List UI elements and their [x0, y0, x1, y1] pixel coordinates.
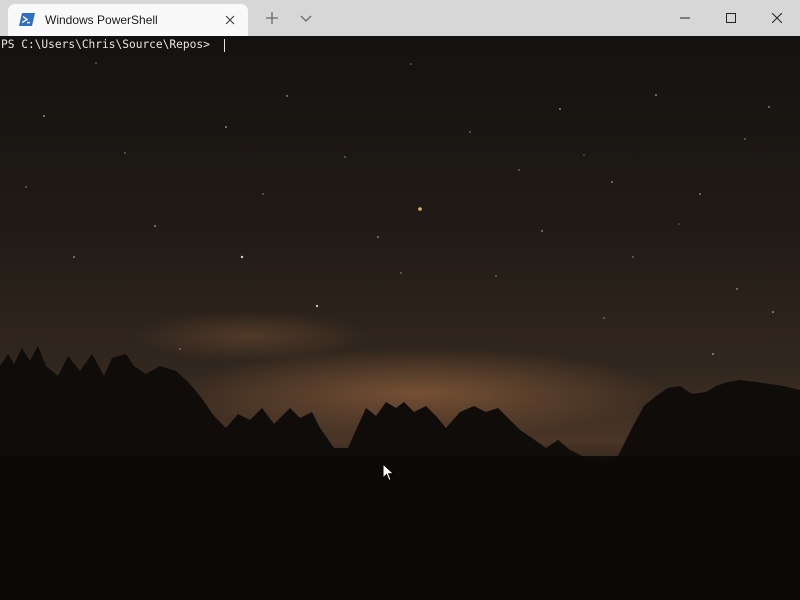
- title-bar[interactable]: Windows PowerShell: [0, 0, 800, 36]
- close-icon: [772, 13, 782, 23]
- minimize-button[interactable]: [662, 0, 708, 36]
- tab-windows-powershell[interactable]: Windows PowerShell: [8, 4, 248, 36]
- tab-title: Windows PowerShell: [45, 13, 158, 27]
- text-cursor: [224, 39, 225, 52]
- maximize-icon: [726, 13, 736, 23]
- mouse-pointer-icon: [382, 463, 395, 482]
- chevron-down-icon[interactable]: [298, 10, 314, 26]
- prompt-line: PS C:\Users\Chris\Source\Repos>: [1, 38, 217, 51]
- close-window-button[interactable]: [754, 0, 800, 36]
- plus-icon[interactable]: [264, 10, 280, 26]
- terminal-pane[interactable]: PS C:\Users\Chris\Source\Repos>: [0, 36, 800, 600]
- background-image: [0, 36, 800, 600]
- terminal-window: Windows PowerShell PS C:\Users\Chris\Sou…: [0, 0, 800, 600]
- maximize-button[interactable]: [708, 0, 754, 36]
- powershell-icon: [19, 13, 35, 26]
- minimize-icon: [680, 17, 690, 19]
- close-tab-icon[interactable]: [222, 12, 238, 28]
